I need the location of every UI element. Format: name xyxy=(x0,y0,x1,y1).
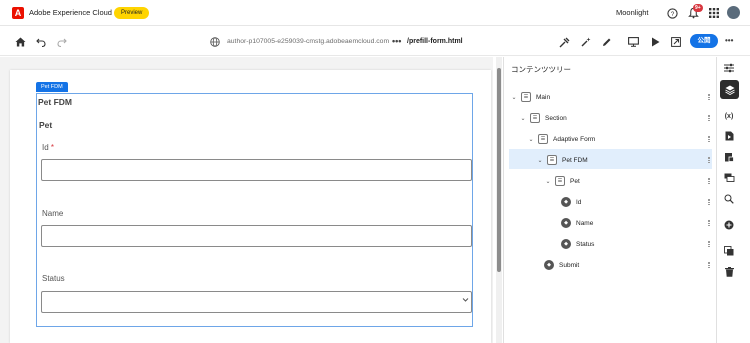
chevron-down-icon[interactable]: ⌄ xyxy=(536,157,544,164)
content-tree-title: コンテンツツリー xyxy=(511,65,571,74)
help-icon[interactable]: ? xyxy=(665,6,679,20)
open-external-icon[interactable] xyxy=(669,35,683,49)
tree-node-label: Id xyxy=(576,198,582,206)
sparkle-pen-icon[interactable] xyxy=(578,35,592,49)
pet-panel-title[interactable]: Pet xyxy=(39,120,52,130)
tree-node-adaptive-form[interactable]: ⌄ ☰ Adaptive Form xyxy=(527,130,710,148)
tree-node-main[interactable]: ⌄ ☰ Main xyxy=(510,88,710,106)
chevron-down-icon[interactable]: ⌄ xyxy=(527,136,535,143)
delete-trash-icon[interactable] xyxy=(722,265,736,279)
document-play-icon[interactable] xyxy=(722,129,736,143)
container-icon: ☰ xyxy=(538,134,548,144)
container-icon: ☰ xyxy=(530,113,540,123)
page-name[interactable]: /prefill-form.html xyxy=(407,38,463,45)
chevron-down-icon[interactable]: ⌄ xyxy=(519,115,527,122)
edit-pencil-icon[interactable] xyxy=(600,35,614,49)
svg-text:?: ? xyxy=(670,10,674,17)
chevron-down-icon[interactable] xyxy=(462,297,469,305)
field-label-id: Id * xyxy=(42,143,54,152)
field-label-status: Status xyxy=(42,274,65,283)
globe-icon xyxy=(208,35,222,49)
content-tree-layers-icon[interactable] xyxy=(720,80,739,99)
org-name[interactable]: Moonlight xyxy=(616,8,649,17)
tree-node-submit[interactable]: ◆ Submit xyxy=(541,256,710,274)
drag-handle-icon[interactable] xyxy=(708,94,710,100)
drag-handle-icon[interactable] xyxy=(708,178,710,184)
desktop-preview-icon[interactable] xyxy=(626,35,640,49)
text-field-icon: ◆ xyxy=(561,218,571,228)
required-marker: * xyxy=(50,143,55,152)
drag-handle-icon[interactable] xyxy=(708,262,710,268)
status-dropdown[interactable] xyxy=(41,291,472,313)
tree-node-pet-fdm[interactable]: ⌄ ☰ Pet FDM xyxy=(536,151,710,169)
preview-badge[interactable]: Preview xyxy=(114,7,150,19)
drag-handle-icon[interactable] xyxy=(708,241,710,247)
user-avatar[interactable] xyxy=(727,6,740,19)
properties-sliders-icon[interactable] xyxy=(722,61,736,75)
clipboard-data-icon[interactable] xyxy=(722,150,736,164)
fdm-panel-title[interactable]: Pet FDM xyxy=(38,97,72,107)
chevron-down-icon[interactable]: ⌄ xyxy=(544,178,552,185)
component-tag[interactable]: Pet FDM xyxy=(36,82,68,92)
tree-node-label: Status xyxy=(576,240,595,248)
tree-node-pet[interactable]: ⌄ ☰ Pet xyxy=(544,172,710,190)
container-icon: ☰ xyxy=(547,155,557,165)
tree-node-name[interactable]: ◆ Name xyxy=(558,214,710,232)
notification-count-badge: 9+ xyxy=(693,4,703,12)
comments-icon[interactable] xyxy=(722,171,736,185)
field-label-name: Name xyxy=(42,209,64,218)
text-field-icon: ◆ xyxy=(561,197,571,207)
page-url: author-p107005-e259039-cmstg.adobeaemclo… xyxy=(227,38,390,45)
id-input[interactable] xyxy=(41,159,472,181)
redo-icon[interactable] xyxy=(55,35,69,49)
name-input[interactable] xyxy=(41,225,472,247)
duplicate-icon[interactable] xyxy=(722,244,736,258)
tree-node-label: Pet FDM xyxy=(562,156,588,164)
dropdown-field-icon: ◆ xyxy=(561,239,571,249)
drag-handle-icon[interactable] xyxy=(708,136,710,142)
tree-node-label: Submit xyxy=(559,261,580,269)
magic-wand-hammer-icon[interactable] xyxy=(557,35,571,49)
add-circle-icon[interactable] xyxy=(722,218,736,232)
chevron-down-icon[interactable]: ⌄ xyxy=(510,94,518,101)
canvas-scrollbar-thumb[interactable] xyxy=(497,68,501,272)
app-name[interactable]: Adobe Experience Cloud xyxy=(29,8,112,17)
button-component-icon: ◆ xyxy=(544,260,554,270)
container-icon: ☰ xyxy=(555,176,565,186)
tree-node-label: Main xyxy=(536,93,551,101)
home-icon[interactable] xyxy=(13,35,27,49)
tree-node-section[interactable]: ⌄ ☰ Section xyxy=(519,109,710,127)
tree-node-label: Section xyxy=(545,114,567,122)
apps-grid-icon[interactable] xyxy=(707,6,721,20)
more-options-button[interactable]: ••• xyxy=(392,36,401,46)
drag-handle-icon[interactable] xyxy=(708,157,710,163)
tree-node-id[interactable]: ◆ Id xyxy=(558,193,710,211)
adobe-logo-icon[interactable]: A xyxy=(12,7,24,19)
field-label-id-text: Id xyxy=(42,143,49,152)
drag-handle-icon[interactable] xyxy=(708,199,710,205)
undo-icon[interactable] xyxy=(34,35,48,49)
play-preview-icon[interactable] xyxy=(648,35,662,49)
tree-node-status[interactable]: ◆ Status xyxy=(558,235,710,253)
drag-handle-icon[interactable] xyxy=(708,220,710,226)
tree-node-label: Name xyxy=(576,219,594,227)
more-actions-button[interactable]: ••• xyxy=(725,36,733,45)
tree-node-label: Pet xyxy=(570,177,580,185)
tree-node-label: Adaptive Form xyxy=(553,135,596,143)
publish-button[interactable]: 公開 xyxy=(690,34,718,48)
find-replace-icon[interactable] xyxy=(722,192,736,206)
drag-handle-icon[interactable] xyxy=(708,115,710,121)
variables-icon[interactable]: (x) xyxy=(722,109,736,123)
container-icon: ☰ xyxy=(521,92,531,102)
